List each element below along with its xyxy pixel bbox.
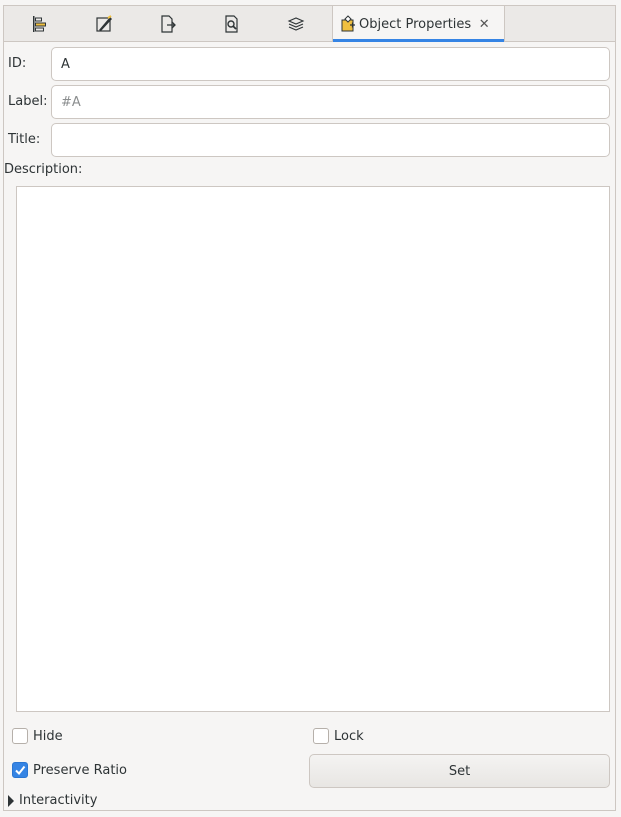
lock-checkbox-label: Lock (334, 728, 364, 744)
layers-icon (287, 15, 305, 33)
preserve-ratio-checkbox-box[interactable] (12, 762, 28, 778)
id-field[interactable]: A (51, 47, 610, 81)
preserve-ratio-label: Preserve Ratio (33, 762, 127, 778)
lock-checkbox-box[interactable] (313, 728, 329, 744)
export-icon (159, 15, 177, 33)
object-properties-icon (339, 15, 357, 33)
find-replace-icon (223, 15, 241, 33)
id-label: ID: (8, 56, 27, 71)
tab-layers[interactable] (278, 6, 314, 42)
align-distribute-icon (31, 15, 49, 33)
fill-stroke-icon (95, 15, 113, 33)
interactivity-label: Interactivity (19, 793, 98, 808)
object-properties-panel: Object Properties ✕ ID: A Label: #A Titl… (0, 0, 621, 817)
checkmark-icon (15, 765, 26, 776)
lock-checkbox[interactable]: Lock (313, 728, 364, 744)
interactivity-expander[interactable]: Interactivity (8, 793, 97, 808)
description-label: Description: (4, 162, 83, 177)
tab-export[interactable] (150, 6, 186, 42)
title-field[interactable] (51, 123, 610, 157)
hide-checkbox-label: Hide (33, 728, 63, 744)
dock-frame: Object Properties ✕ ID: A Label: #A Titl… (3, 5, 616, 811)
tab-align-distribute[interactable] (22, 6, 58, 42)
active-tab-indicator (333, 39, 504, 42)
title-label: Title: (8, 132, 41, 147)
expander-arrow-icon (8, 794, 14, 807)
tab-object-properties-label: Object Properties (359, 16, 472, 32)
tab-find-replace[interactable] (214, 6, 250, 42)
label-field[interactable]: #A (51, 85, 610, 119)
tab-object-properties[interactable]: Object Properties ✕ (332, 6, 505, 42)
tab-fill-stroke[interactable] (86, 6, 122, 42)
description-textarea[interactable] (16, 186, 610, 712)
set-button[interactable]: Set (309, 754, 610, 788)
hide-checkbox-box[interactable] (12, 728, 28, 744)
dock-tab-bar: Object Properties ✕ (4, 6, 615, 42)
hide-checkbox[interactable]: Hide (12, 728, 63, 744)
close-icon[interactable]: ✕ (477, 17, 491, 32)
preserve-ratio-checkbox[interactable]: Preserve Ratio (12, 762, 127, 778)
label-label: Label: (8, 94, 48, 109)
